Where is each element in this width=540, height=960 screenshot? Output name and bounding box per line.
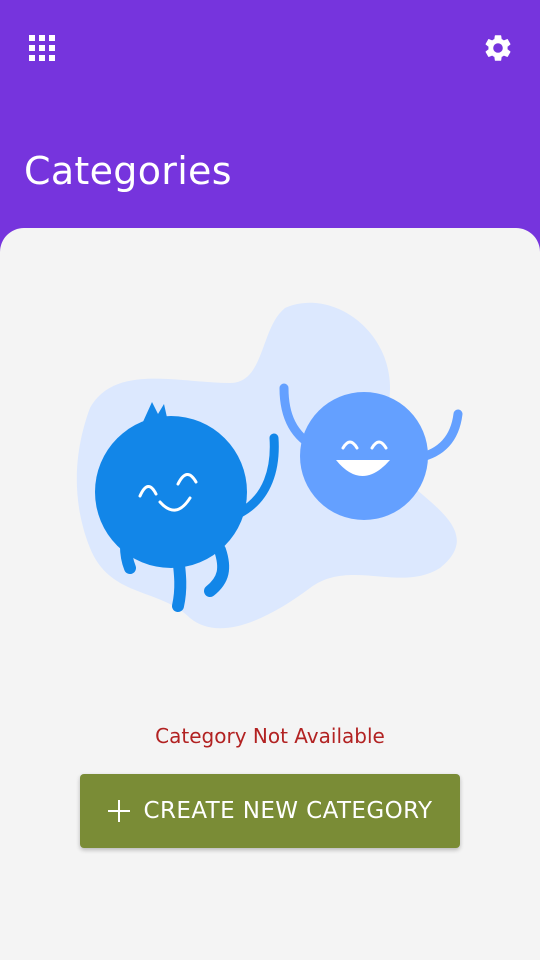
app-bar [0,0,540,96]
plus-icon [107,800,130,822]
content-sheet: Category Not Available CREATE NEW CATEGO… [0,228,540,960]
gear-icon [485,35,511,61]
create-category-label: CREATE NEW CATEGORY [143,798,433,824]
page-title: Categories [24,149,232,193]
create-category-button[interactable]: CREATE NEW CATEGORY [80,774,460,848]
empty-state-message: Category Not Available [155,724,385,748]
happy-monsters-illustration [76,302,463,629]
apps-grid-icon [29,35,55,61]
settings-button[interactable] [474,24,522,72]
apps-grid-button[interactable] [18,24,66,72]
categories-screen: Categories Category Not Available CREATE… [0,0,540,960]
